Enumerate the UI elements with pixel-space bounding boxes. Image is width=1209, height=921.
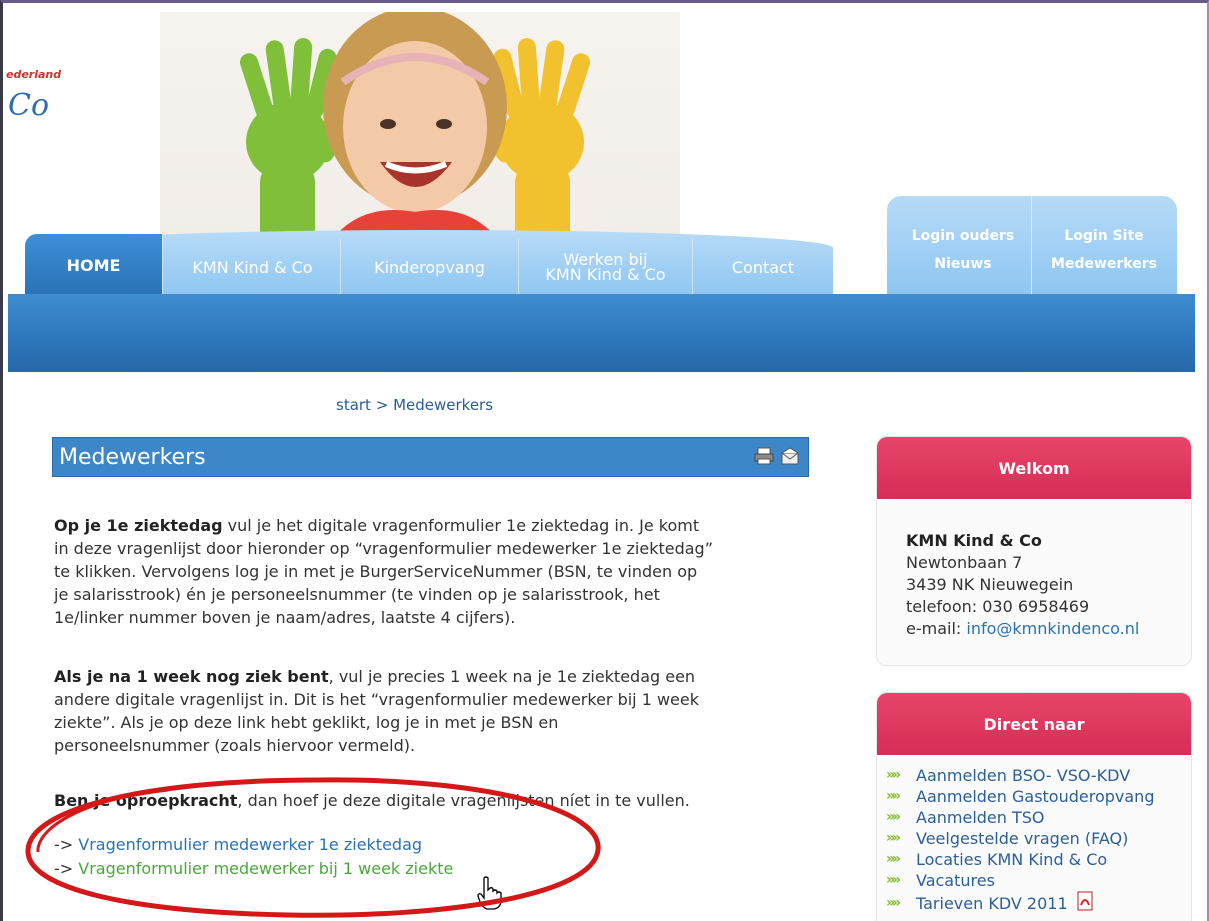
address-street: Newtonbaan 7: [906, 553, 1023, 572]
p2-line1: , vul je precies 1 week na je 1e ziekted…: [328, 667, 696, 686]
chevron-double-icon: »»: [886, 895, 901, 911]
email-label: e-mail:: [906, 619, 967, 638]
email-page-icon[interactable]: [780, 447, 800, 465]
content-title-bar: Medewerkers: [52, 437, 809, 477]
login-site-line1: Login Site: [1064, 228, 1144, 244]
welkom-header: Welkom: [877, 437, 1191, 499]
direct-item[interactable]: »» Vacatures: [886, 870, 1154, 891]
p2-line3: ziekte”. Als je op deze link hebt geklik…: [54, 713, 559, 732]
chevron-double-icon: »»: [886, 788, 901, 804]
direct-item-label: Aanmelden BSO- VSO-KDV: [916, 766, 1131, 785]
direct-naar-list: »» Aanmelden BSO- VSO-KDV »» Aanmelden Gas…: [886, 765, 1154, 916]
p2-line2: andere digitale vragenlijst in. Dit is h…: [54, 690, 700, 709]
p2-line4: personeelsnummer (zoals hiervoor vermeld…: [54, 736, 416, 755]
hand-cursor-icon: [476, 876, 504, 914]
direct-item-label: Vacatures: [916, 871, 995, 890]
direct-item-label: Aanmelden TSO: [916, 808, 1045, 827]
phone-number: telefoon: 030 6958469: [906, 597, 1090, 616]
header-band: [8, 294, 1195, 372]
p1-line1: vul je het digitale vragenformulier 1e z…: [222, 516, 700, 535]
direct-item-label: Tarieven KDV 2011: [916, 894, 1068, 913]
login-site-medewerkers-link[interactable]: Login Site Medewerkers: [1033, 222, 1175, 278]
chevron-double-icon: »»: [886, 767, 901, 783]
link-row-1: -> Vragenformulier medewerker 1e ziekted…: [54, 835, 422, 854]
header-photo: [160, 12, 680, 242]
chevron-double-icon: »»: [886, 830, 901, 846]
pdf-icon: [1076, 891, 1094, 916]
page-title: Medewerkers: [59, 445, 206, 470]
link-arrow: ->: [54, 835, 74, 854]
p1-line2: in deze vragenlijst door hieronder op “v…: [54, 539, 713, 558]
print-icon[interactable]: [754, 447, 774, 465]
nav-kinderopvang-label: Kinderopvang: [374, 257, 485, 277]
paragraph-one-week: Als je na 1 week nog ziek bent, vul je p…: [54, 665, 814, 757]
org-name: KMN Kind & Co: [906, 531, 1042, 550]
direct-item-label: Locaties KMN Kind & Co: [916, 850, 1108, 869]
link-row-2: -> Vragenformulier medewerker bij 1 week…: [54, 859, 453, 878]
direct-item[interactable]: »» Aanmelden Gastouderopvang: [886, 786, 1154, 807]
p1-line3: te klikken. Vervolgens log je in met je …: [54, 562, 698, 581]
nav-home-label: HOME: [66, 255, 121, 275]
address-city: 3439 NK Nieuwegein: [906, 575, 1074, 594]
breadcrumb-current: Medewerkers: [393, 396, 494, 414]
chevron-double-icon: »»: [886, 872, 901, 888]
login-ouders-line2: Nieuws: [934, 256, 992, 272]
nav-werken-bij[interactable]: Werken bij KMN Kind & Co: [519, 238, 693, 296]
login-ouders-link[interactable]: Login ouders Nieuws: [897, 222, 1029, 278]
direct-item[interactable]: »» Aanmelden BSO- VSO-KDV: [886, 765, 1154, 786]
p3-bold: Ben je oproepkracht: [54, 791, 238, 810]
p1-bold: Op je 1e ziektedag: [54, 516, 223, 535]
nav-kinderopvang[interactable]: Kinderopvang: [341, 238, 519, 296]
direct-item[interactable]: »» Tarieven KDV 2011: [886, 891, 1154, 916]
breadcrumb: start > Medewerkers: [336, 396, 493, 414]
nav-werken-label-2: KMN Kind & Co: [545, 265, 666, 284]
nav-kmn-label: KMN Kind & Co: [192, 257, 313, 277]
p3-rest: , dan hoef je deze digitale vragenlijste…: [237, 791, 690, 810]
nav-home[interactable]: HOME: [25, 234, 163, 296]
chevron-double-icon: »»: [886, 809, 901, 825]
p1-line5: 1e/linker nummer boven je naam/adres, la…: [54, 608, 516, 627]
p2-bold: Als je na 1 week nog ziek bent: [54, 667, 329, 686]
nav-contact-label: Contact: [731, 257, 795, 277]
link-vragenformulier-1-week-ziekte[interactable]: Vragenformulier medewerker bij 1 week zi…: [78, 859, 453, 878]
nav-kmn-kind-co[interactable]: KMN Kind & Co: [165, 238, 341, 296]
logo-text: ederland: [6, 68, 62, 81]
paragraph-first-sick-day: Op je 1e ziektedag vul je het digitale v…: [54, 514, 814, 629]
nav-divider: [1031, 196, 1032, 296]
login-ouders-line1: Login ouders: [911, 228, 1015, 244]
direct-item-label: Aanmelden Gastouderopvang: [916, 787, 1155, 806]
direct-item[interactable]: »» Aanmelden TSO: [886, 807, 1154, 828]
link-vragenformulier-1e-ziektedag[interactable]: Vragenformulier medewerker 1e ziektedag: [78, 835, 422, 854]
breadcrumb-start-link[interactable]: start: [336, 396, 371, 414]
breadcrumb-separator: >: [375, 396, 389, 414]
email-link[interactable]: info@kmnkindenco.nl: [966, 619, 1139, 638]
direct-item-label: Veelgestelde vragen (FAQ): [916, 829, 1129, 848]
link-arrow: ->: [54, 859, 74, 878]
address-block: KMN Kind & Co Newtonbaan 7 3439 NK Nieuw…: [906, 530, 1139, 640]
direct-item[interactable]: »» Locaties KMN Kind & Co: [886, 849, 1154, 870]
p1-line4: je salarisstrook) én je personeelsnummer…: [54, 585, 660, 604]
nav-contact[interactable]: Contact: [693, 238, 833, 296]
logo[interactable]: Co: [8, 88, 49, 123]
chevron-double-icon: »»: [886, 851, 901, 867]
login-site-line2: Medewerkers: [1051, 256, 1157, 272]
paragraph-oproepkracht: Ben je oproepkracht, dan hoef je deze di…: [54, 789, 814, 812]
direct-naar-header: Direct naar: [877, 693, 1191, 755]
direct-item[interactable]: »» Veelgestelde vragen (FAQ): [886, 828, 1154, 849]
